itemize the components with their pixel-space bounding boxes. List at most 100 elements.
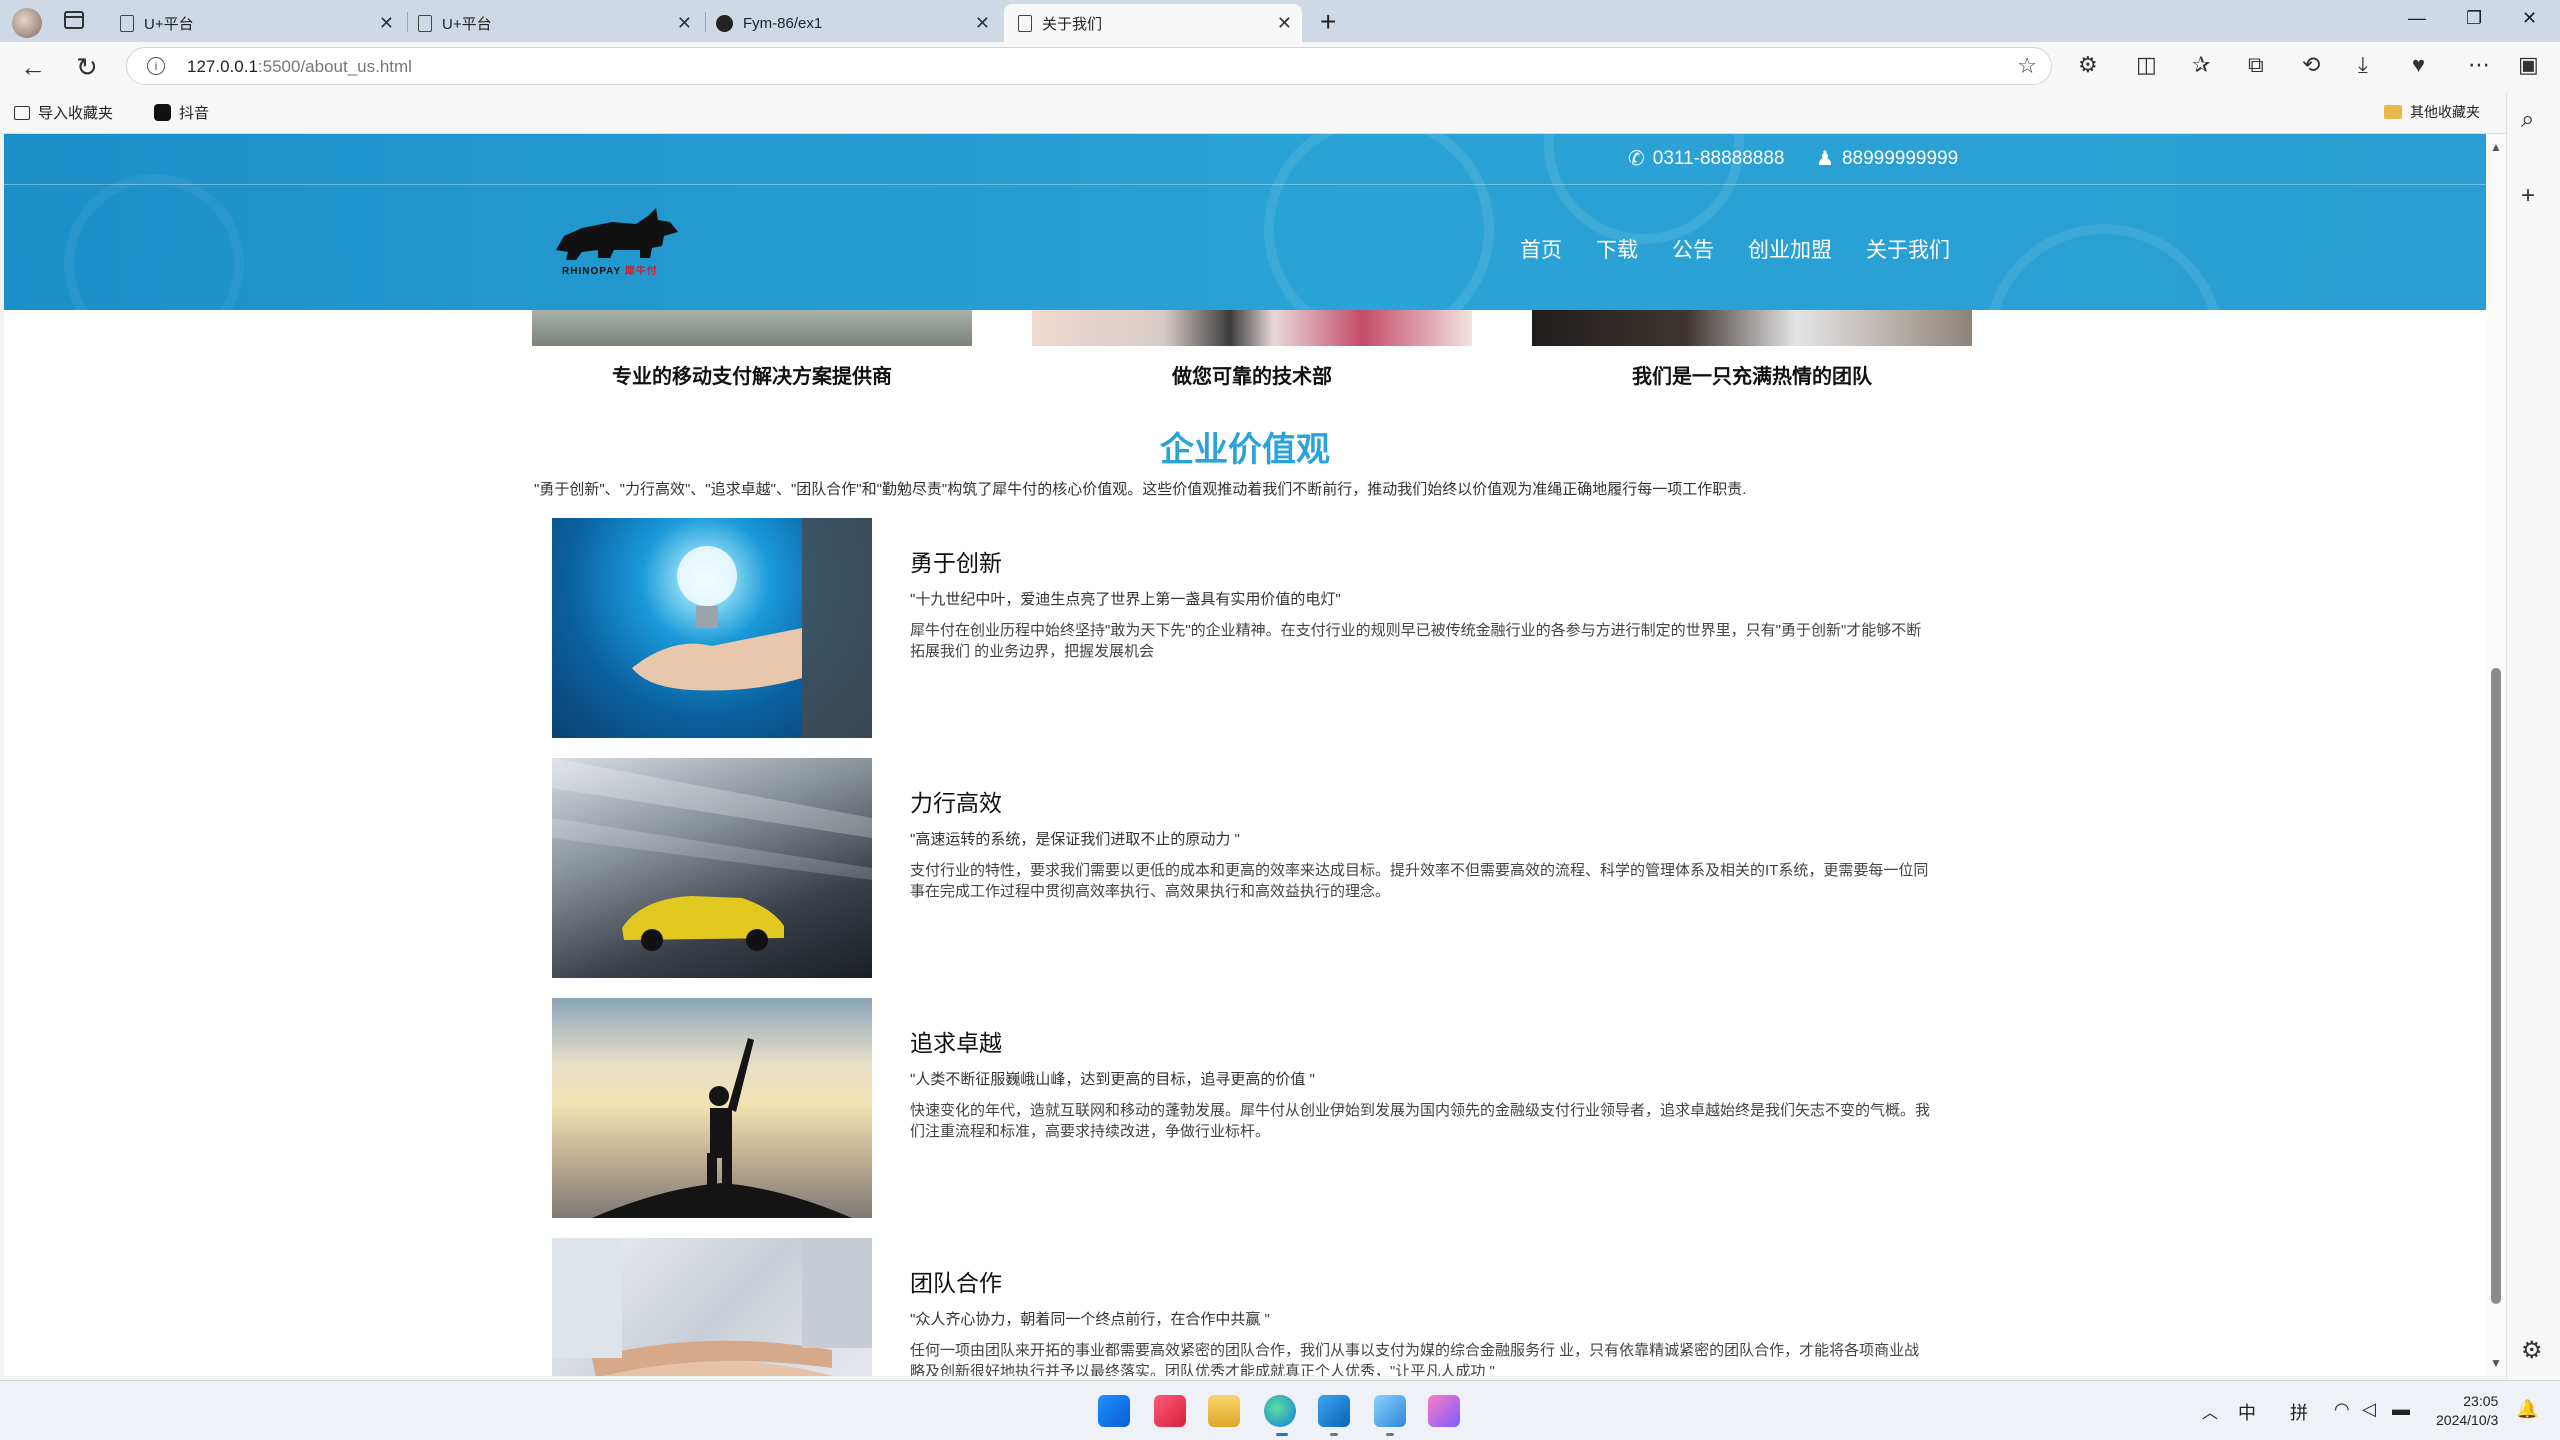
value-description: 支付行业的特性，要求我们需要以更低的成本和更高的效率来达成目标。提升效率不但需要… — [910, 862, 1929, 900]
edge-browser-icon[interactable] — [1264, 1395, 1296, 1427]
value-quote: "高速运转的系统，是保证我们进取不止的原动力 " — [910, 831, 1240, 848]
ime-mode[interactable]: 拼 — [2290, 1399, 2308, 1425]
search-icon[interactable]: ⌕ — [2521, 106, 2534, 134]
tab-title: 关于我们 — [1042, 15, 1103, 33]
favorites-icon[interactable]: ✰ — [2192, 52, 2210, 78]
bookmark-douyin[interactable]: 抖音 — [154, 102, 209, 123]
value-quote: "十九世纪中叶，爱迪生点亮了世界上第一盏具有实用价值的电灯" — [910, 591, 1341, 608]
close-icon[interactable]: ✕ — [975, 13, 990, 34]
add-icon[interactable]: + — [2521, 182, 2535, 210]
minimize-button[interactable]: — — [2408, 8, 2426, 29]
card-title-mobile-payment: 专业的移动支付解决方案提供商 — [612, 366, 892, 388]
notification-bell-icon[interactable]: 🔔 — [2516, 1399, 2538, 1420]
battery-icon[interactable]: ▬ — [2392, 1399, 2410, 1420]
phone-icon: ✆ — [1628, 148, 1645, 170]
bookmarks-bar: 导入收藏夹 抖音 其他收藏夹 — [0, 92, 2560, 134]
github-icon — [716, 14, 733, 32]
split-screen-icon[interactable]: ◫ — [2136, 52, 2157, 78]
value-item-excellence: 追求卓越 "人类不断征服巍峨山峰，达到更高的目标，追寻更高的价值 " 快速变化的… — [552, 998, 1952, 1218]
value-name: 勇于创新 — [910, 550, 1002, 576]
value-description: 任何一项由团队来开拓的事业都需要高效紧密的团队合作，我们从事以支付为媒的综合金融… — [910, 1342, 1920, 1376]
sidebar-toggle-icon[interactable]: ▣ — [2518, 52, 2539, 78]
nav-about-us[interactable]: 关于我们 — [1866, 234, 1950, 264]
new-tab-button[interactable]: + — [1320, 6, 1336, 38]
close-icon[interactable]: ✕ — [677, 13, 692, 34]
value-name: 力行高效 — [910, 790, 1002, 816]
windows-start-icon[interactable] — [1098, 1395, 1130, 1427]
card-image-team — [1532, 310, 1972, 346]
other-bookmarks[interactable]: 其他收藏夹 — [2384, 102, 2480, 122]
page-viewport: ✆ 0311-88888888 ♟ 88999999999 RHINOPAY 犀… — [4, 134, 2486, 1376]
tab-bar: U+平台 ✕ U+平台 ✕ Fym-86/ex1 ✕ 关于我们 ✕ + — ❐ … — [0, 0, 2560, 42]
nav-franchise[interactable]: 创业加盟 — [1748, 234, 1832, 264]
back-button[interactable]: ← — [20, 52, 46, 83]
tab-about-us[interactable]: 关于我们 ✕ — [1004, 4, 1302, 42]
card-image-mobile-payment — [532, 310, 972, 346]
value-item-efficiency: 力行高效 "高速运转的系统，是保证我们进取不止的原动力 " 支付行业的特性，要求… — [552, 758, 1952, 978]
main-nav: 首页 下载 公告 创业加盟 关于我们 — [1520, 234, 1984, 264]
ime-language[interactable]: 中 — [2238, 1399, 2256, 1425]
file-explorer-icon[interactable] — [1208, 1395, 1240, 1427]
qq-penguin-icon: ♟ — [1816, 148, 1834, 170]
close-icon[interactable]: ✕ — [379, 13, 394, 34]
favorite-star-icon[interactable]: ☆ — [2017, 53, 2037, 79]
profile-avatar[interactable] — [12, 8, 42, 38]
url-text[interactable]: 127.0.0.1:5500/about_us.html — [187, 57, 412, 77]
settings-gear-icon[interactable]: ⚙ — [2521, 1336, 2543, 1365]
header-qq: ♟ 88999999999 — [1816, 147, 1959, 171]
restore-button[interactable]: ❐ — [2466, 8, 2482, 29]
system-clock[interactable]: 23:05 2024/10/3 — [2436, 1392, 2498, 1430]
mountain-summit-image — [552, 998, 872, 1218]
browser-essentials-icon[interactable]: ♥ — [2412, 52, 2425, 78]
rhino-logo-icon — [556, 208, 678, 260]
extensions-icon[interactable]: ⚙ — [2078, 52, 2098, 78]
card-title-tech: 做您可靠的技术部 — [1172, 366, 1332, 388]
card-title-team: 我们是一只充满热情的团队 — [1632, 366, 1872, 388]
tab-title: U+平台 — [144, 15, 194, 33]
scroll-down-arrow-icon[interactable]: ▼ — [2490, 1356, 2502, 1370]
windows-taskbar: ︿ 中 拼 ◠ ◁ ▬ 23:05 2024/10/3 🔔 — [0, 1380, 2560, 1440]
values-heading: 企业价值观 — [1160, 431, 1330, 469]
tab-actions-icon[interactable] — [64, 11, 84, 29]
tab-u-platform-2[interactable]: U+平台 ✕ — [404, 4, 702, 42]
stacked-hands-image — [552, 1238, 872, 1376]
site-info-icon[interactable]: i — [147, 57, 165, 75]
close-icon[interactable]: ✕ — [1277, 13, 1292, 34]
collections-icon[interactable]: ⧉ — [2248, 52, 2264, 78]
tab-github[interactable]: Fym-86/ex1 ✕ — [702, 4, 1000, 42]
page-scrollbar[interactable]: ▲ ▼ — [2486, 134, 2506, 1376]
developer-tool-icon[interactable] — [1374, 1395, 1406, 1427]
scroll-up-arrow-icon[interactable]: ▲ — [2490, 140, 2502, 154]
history-icon[interactable]: ⟲ — [2302, 52, 2320, 78]
nav-download[interactable]: 下载 — [1596, 234, 1638, 264]
volume-icon[interactable]: ◁ — [2362, 1399, 2376, 1420]
tab-title: U+平台 — [442, 15, 492, 33]
page-icon — [120, 14, 134, 32]
design-app-icon[interactable] — [1428, 1395, 1460, 1427]
more-menu-icon[interactable]: ⋯ — [2468, 52, 2490, 78]
url-field[interactable]: i 127.0.0.1:5500/about_us.html ☆ — [126, 47, 2052, 85]
site-logo[interactable]: RHINOPAY 犀牛付 — [552, 206, 682, 284]
lightbulb-image — [552, 518, 872, 738]
import-icon — [14, 105, 30, 120]
wifi-icon[interactable]: ◠ — [2334, 1399, 2350, 1420]
downloads-icon[interactable]: ⤓ — [2358, 52, 2368, 78]
music-app-icon[interactable] — [1154, 1395, 1186, 1427]
scrollbar-thumb[interactable] — [2491, 668, 2501, 1304]
value-quote: "人类不断征服巍峨山峰，达到更高的目标，追寻更高的价值 " — [910, 1071, 1315, 1088]
reload-button[interactable]: ↻ — [76, 52, 98, 83]
value-description: 犀牛付在创业历程中始终坚持"敢为天下先"的企业精神。在支付行业的规则早已被传统金… — [910, 622, 1922, 660]
value-name: 团队合作 — [910, 1270, 1002, 1296]
douyin-icon — [154, 104, 171, 121]
bookmark-import[interactable]: 导入收藏夹 — [14, 102, 113, 123]
value-name: 追求卓越 — [910, 1030, 1002, 1056]
nav-announcement[interactable]: 公告 — [1672, 234, 1714, 264]
tab-title: Fym-86/ex1 — [743, 14, 823, 32]
tab-u-platform-1[interactable]: U+平台 ✕ — [106, 4, 404, 42]
address-bar: ← ↻ i 127.0.0.1:5500/about_us.html ☆ ⚙ ◫… — [0, 42, 2560, 92]
nav-home[interactable]: 首页 — [1520, 234, 1562, 264]
vscode-icon[interactable] — [1318, 1395, 1350, 1427]
close-window-button[interactable]: ✕ — [2522, 8, 2537, 29]
show-hidden-icons[interactable]: ︿ — [2202, 1399, 2218, 1423]
value-description: 快速变化的年代，造就互联网和移动的蓬勃发展。犀牛付从创业伊始到发展为国内领先的金… — [910, 1102, 1931, 1140]
